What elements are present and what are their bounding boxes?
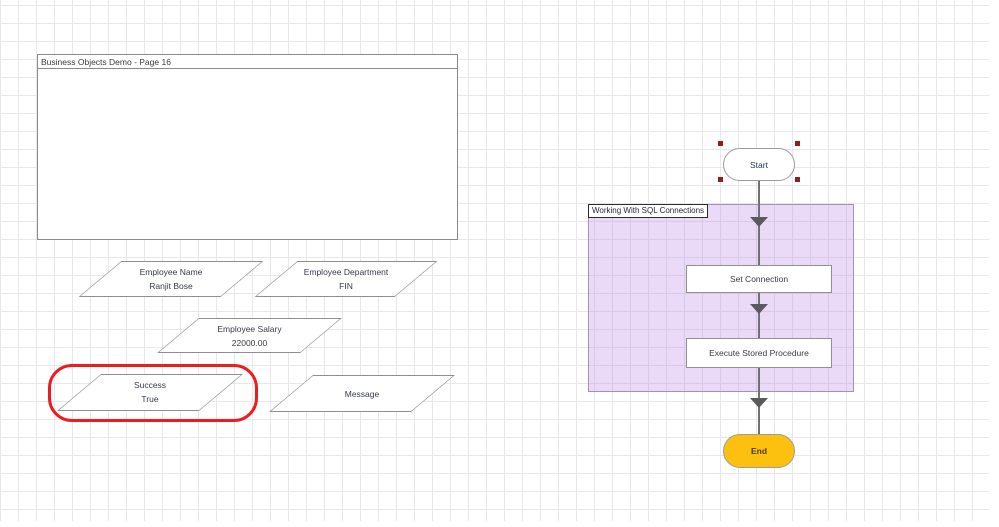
stage-execute-stored-procedure[interactable]: Execute Stored Procedure bbox=[686, 338, 832, 368]
start-node-label: Start bbox=[750, 160, 768, 170]
data-item-value: Ranjit Bose bbox=[79, 279, 263, 293]
data-item-name: Employee Salary bbox=[157, 322, 342, 336]
data-item-value: 22000.00 bbox=[157, 336, 342, 350]
data-stage-message[interactable]: Message bbox=[270, 375, 454, 412]
data-item-name: Message bbox=[345, 387, 380, 401]
start-node[interactable]: Start bbox=[723, 148, 795, 181]
data-stage-employee-salary[interactable]: Employee Salary 22000.00 bbox=[157, 318, 342, 353]
end-node-label: End bbox=[751, 446, 767, 456]
arrowhead-icon bbox=[750, 398, 768, 408]
data-stage-employee-department[interactable]: Employee Department FIN bbox=[255, 261, 437, 297]
data-item-value: FIN bbox=[255, 279, 437, 293]
page-info-box[interactable]: Business Objects Demo - Page 16 bbox=[37, 54, 458, 240]
group-block-label[interactable]: Working With SQL Connections bbox=[588, 204, 708, 218]
data-stage-employee-name[interactable]: Employee Name Ranjit Bose bbox=[79, 261, 263, 297]
stage-set-connection[interactable]: Set Connection bbox=[686, 265, 832, 293]
diagram-grid-canvas: Business Objects Demo - Page 16 Employee… bbox=[0, 0, 989, 521]
arrowhead-icon bbox=[750, 304, 768, 314]
stage-label: Execute Stored Procedure bbox=[709, 348, 809, 358]
selection-handle-bottom-right[interactable] bbox=[795, 177, 800, 182]
stage-label: Set Connection bbox=[730, 274, 788, 284]
selection-handle-top-left[interactable] bbox=[718, 141, 723, 146]
data-item-name: Employee Name bbox=[79, 265, 263, 279]
selection-handle-top-right[interactable] bbox=[795, 141, 800, 146]
page-title: Business Objects Demo - Page 16 bbox=[38, 55, 457, 69]
end-node[interactable]: End bbox=[723, 434, 795, 468]
selection-handle-bottom-left[interactable] bbox=[718, 177, 723, 182]
data-item-name: Employee Department bbox=[255, 265, 437, 279]
arrowhead-icon bbox=[750, 217, 768, 227]
highlight-annotation-ellipse bbox=[48, 364, 258, 422]
